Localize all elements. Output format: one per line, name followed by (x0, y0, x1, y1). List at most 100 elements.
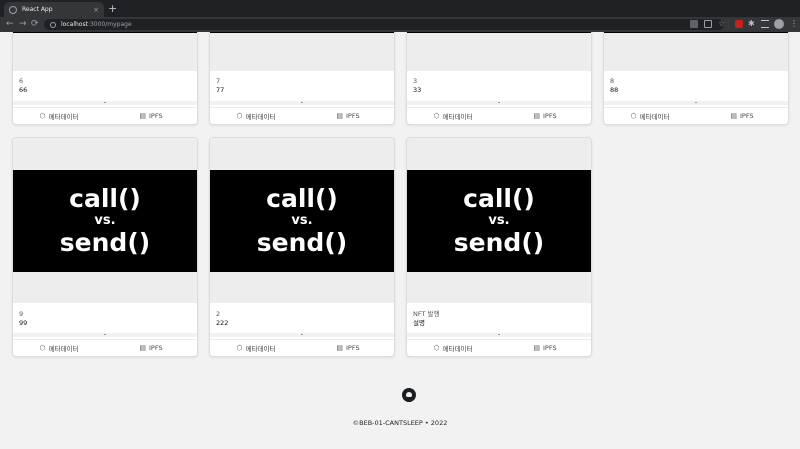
metadata-label: 메타데이터 (442, 345, 473, 353)
back-arrow-icon[interactable]: ← (6, 18, 14, 30)
call-vs-send-artwork: call() vs. send() (210, 170, 394, 272)
document-icon: ▤ (139, 112, 147, 120)
metadata-button[interactable]: ⬡ 메타데이터 (407, 340, 499, 356)
document-icon: ▤ (139, 344, 147, 352)
nft-name: NFT 발행 (413, 310, 440, 318)
divider (210, 333, 394, 337)
extension-icon[interactable] (735, 20, 743, 28)
close-icon[interactable]: × (93, 6, 99, 14)
card-info: 3 33 (407, 77, 591, 95)
cube-icon: ⬡ (433, 112, 440, 120)
document-icon: ▤ (336, 112, 344, 120)
divider (407, 101, 591, 105)
ipfs-button[interactable]: ▤ IPFS (499, 108, 591, 124)
nft-card[interactable]: 3 33 ⬡ 메타데이터 ▤ IPFS (406, 32, 592, 125)
card-actions: ⬡ 메타데이터 ▤ IPFS (604, 107, 788, 124)
ipfs-button[interactable]: ▤ IPFS (105, 340, 197, 356)
metadata-button[interactable]: ⬡ 메타데이터 (210, 108, 302, 124)
kebab-menu-icon[interactable]: ⋮ (790, 20, 798, 28)
metadata-label: 메타데이터 (245, 113, 276, 121)
reload-icon[interactable]: ⟳ (31, 18, 39, 30)
metadata-label: 메타데이터 (48, 345, 79, 353)
ipfs-label: IPFS (740, 112, 754, 120)
card-actions: ⬡ 메타데이터 ▤ IPFS (407, 107, 591, 124)
metadata-button[interactable]: ⬡ 메타데이터 (604, 108, 696, 124)
card-info: 6 66 (13, 77, 197, 95)
call-vs-send-artwork: call() vs. send() (13, 170, 197, 272)
card-actions: ⬡ 메타데이터 ▤ IPFS (13, 339, 197, 356)
reading-list-icon[interactable] (761, 20, 769, 28)
browser-tab[interactable]: React App × (4, 2, 104, 17)
card-actions: ⬡ 메타데이터 ▤ IPFS (13, 107, 197, 124)
nft-card[interactable]: 8 88 ⬡ 메타데이터 ▤ IPFS (603, 32, 789, 125)
ipfs-button[interactable]: ▤ IPFS (105, 108, 197, 124)
share-icon[interactable] (704, 20, 712, 28)
profile-avatar-icon[interactable] (774, 19, 784, 29)
nft-description: 99 (19, 319, 28, 327)
ipfs-label: IPFS (543, 344, 557, 352)
ipfs-label: IPFS (346, 112, 360, 120)
metadata-label: 메타데이터 (245, 345, 276, 353)
card-actions: ⬡ 메타데이터 ▤ IPFS (407, 339, 591, 356)
document-icon: ▤ (730, 112, 738, 120)
ipfs-button[interactable]: ▤ IPFS (302, 108, 394, 124)
divider (210, 101, 394, 105)
nft-card[interactable]: 7 77 ⬡ 메타데이터 ▤ IPFS (209, 32, 395, 125)
nft-description: 설명 (413, 319, 425, 327)
nft-name: 6 (19, 77, 24, 85)
call-vs-send-artwork: call() vs. send() (407, 170, 591, 272)
nft-name: 9 (19, 310, 24, 318)
artwork-line-call: call() (266, 184, 338, 213)
cube-icon: ⬡ (236, 344, 243, 352)
divider (604, 101, 788, 105)
address-bar[interactable]: localhost :3000/mypage (44, 19, 724, 30)
tab-title: React App (22, 6, 53, 13)
metadata-button[interactable]: ⬡ 메타데이터 (13, 340, 105, 356)
nft-image: call() vs. send() (407, 138, 591, 303)
translate-icon[interactable] (690, 20, 698, 28)
bookmark-star-icon[interactable]: ☆ (718, 20, 726, 28)
card-actions: ⬡ 메타데이터 ▤ IPFS (210, 107, 394, 124)
cube-icon: ⬡ (39, 344, 46, 352)
card-info: 9 99 (13, 310, 197, 328)
puzzle-icon[interactable]: ✱ (748, 20, 756, 28)
document-icon: ▤ (336, 344, 344, 352)
artwork-line-send: send() (453, 228, 545, 257)
ipfs-label: IPFS (346, 344, 360, 352)
metadata-label: 메타데이터 (639, 113, 670, 121)
forward-arrow-icon[interactable]: → (19, 18, 27, 30)
artwork-line-send: send() (256, 228, 348, 257)
card-info: NFT 발행 설명 (407, 310, 591, 328)
metadata-button[interactable]: ⬡ 메타데이터 (407, 108, 499, 124)
nft-image: call() vs. send() (13, 138, 197, 303)
ipfs-button[interactable]: ▤ IPFS (696, 108, 788, 124)
new-tab-button[interactable]: + (108, 3, 117, 14)
divider (13, 101, 197, 105)
github-icon[interactable] (402, 388, 416, 402)
card-actions: ⬡ 메타데이터 ▤ IPFS (210, 339, 394, 356)
cube-icon: ⬡ (39, 112, 46, 120)
artwork-line-call: call() (463, 184, 535, 213)
nft-image (210, 32, 394, 71)
nft-card[interactable]: 6 66 ⬡ 메타데이터 ▤ IPFS (12, 32, 198, 125)
browser-toolbar: ← → ⟳ localhost :3000/mypage ☆ ✱ ⋮ (0, 17, 800, 32)
browser-tab-strip: React App × + (0, 0, 800, 17)
card-info: 2 222 (210, 310, 394, 328)
nft-card[interactable]: call() vs. send() NFT 발행 설명 ⬡ 메타데이터 ▤ IPFS (406, 137, 592, 357)
nft-name: 3 (413, 77, 418, 85)
ipfs-button[interactable]: ▤ IPFS (302, 340, 394, 356)
url-host: localhost (61, 21, 88, 28)
ipfs-label: IPFS (149, 112, 163, 120)
metadata-button[interactable]: ⬡ 메타데이터 (13, 108, 105, 124)
site-info-icon[interactable] (50, 21, 56, 28)
ipfs-button[interactable]: ▤ IPFS (499, 340, 591, 356)
nft-description: 222 (216, 319, 229, 327)
ipfs-label: IPFS (149, 344, 163, 352)
card-info: 8 88 (604, 77, 788, 95)
nft-card[interactable]: call() vs. send() 2 222 ⬡ 메타데이터 ▤ IPFS (209, 137, 395, 357)
nft-card[interactable]: call() vs. send() 9 99 ⬡ 메타데이터 ▤ IPFS (12, 137, 198, 357)
nft-description: 66 (19, 86, 28, 94)
nft-description: 33 (413, 86, 422, 94)
metadata-button[interactable]: ⬡ 메타데이터 (210, 340, 302, 356)
document-icon: ▤ (533, 112, 541, 120)
